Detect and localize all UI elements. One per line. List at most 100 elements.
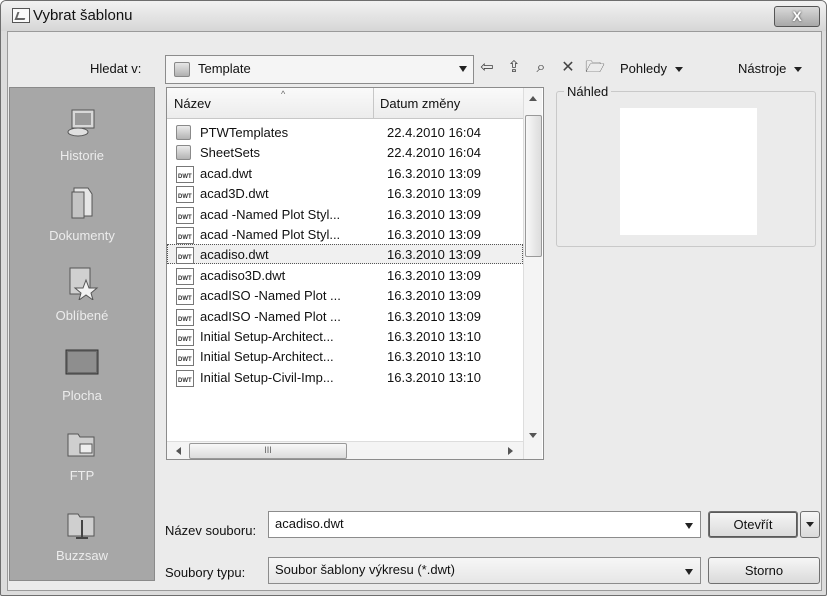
file-name: acadISO -Named Plot ... <box>200 308 341 324</box>
place-documents[interactable]: Dokumenty <box>10 178 154 258</box>
file-date: 16.3.2010 13:09 <box>387 206 481 222</box>
scroll-right-icon[interactable] <box>508 447 513 455</box>
place-favorites[interactable]: Oblíbené <box>10 258 154 338</box>
search-web-icon[interactable]: ⌕ <box>530 57 552 79</box>
new-folder-icon[interactable]: 🗁 <box>584 57 606 79</box>
delete-icon[interactable]: ✕ <box>557 57 579 79</box>
file-name: PTWTemplates <box>200 125 289 140</box>
desktop-icon <box>65 349 99 375</box>
horizontal-scrollbar[interactable]: III <box>167 441 523 459</box>
file-name: acad3D.dwt <box>200 186 269 202</box>
chevron-down-icon <box>674 67 683 73</box>
filetype-label: Soubory typu: <box>165 565 246 580</box>
chevron-down-icon[interactable] <box>685 523 693 529</box>
list-header: Název ^ Datum změny <box>167 88 523 119</box>
back-icon[interactable]: ⇦ <box>476 57 498 79</box>
up-folder-icon[interactable]: ⇪ <box>503 57 525 79</box>
filename-input[interactable]: acadiso.dwt <box>268 511 701 538</box>
place-label: Plocha <box>62 388 102 403</box>
hscroll-thumb[interactable]: III <box>189 443 347 459</box>
lookin-combo[interactable]: Template <box>165 55 474 84</box>
dwt-file-icon: DWT <box>176 308 194 326</box>
vertical-scrollbar[interactable] <box>523 88 542 459</box>
file-row[interactable]: DWT Initial Setup-Architect... 16.3.2010 1… <box>167 326 523 346</box>
lookin-label: Hledat v: <box>90 61 142 76</box>
scroll-up-icon[interactable] <box>529 96 537 101</box>
file-date: 16.3.2010 13:09 <box>387 165 481 181</box>
scroll-down-icon[interactable] <box>529 433 537 438</box>
file-row[interactable]: DWT Initial Setup-Civil-Imp... 16.3.2010 1… <box>167 367 523 387</box>
place-buzzsaw[interactable]: Buzzsaw <box>10 498 154 578</box>
dwt-badge: DWT <box>178 214 192 221</box>
preview-image <box>620 108 757 235</box>
filename-value: acadiso.dwt <box>275 516 344 531</box>
history-icon <box>67 109 95 137</box>
dwt-badge: DWT <box>178 337 192 343</box>
file-date: 16.3.2010 13:10 <box>387 329 481 344</box>
open-button[interactable]: Otevřít <box>708 511 798 538</box>
file-row[interactable]: DWT acadiso3D.dwt 16.3.2010 13:09 <box>167 265 523 285</box>
dwt-file-icon: DWT <box>176 349 194 367</box>
filetype-select[interactable]: Soubor šablony výkresu (*.dwt) <box>268 557 701 584</box>
cancel-button[interactable]: Storno <box>708 557 820 584</box>
scroll-left-icon[interactable] <box>176 447 181 455</box>
chevron-down-icon[interactable] <box>685 569 693 575</box>
file-row[interactable]: SheetSets 22.4.2010 16:04 <box>167 142 523 162</box>
file-date: 22.4.2010 16:04 <box>387 125 481 140</box>
views-label: Pohledy <box>620 61 667 76</box>
close-button[interactable]: X <box>774 6 820 27</box>
chevron-down-icon <box>794 67 803 73</box>
file-date: 16.3.2010 13:09 <box>387 267 481 283</box>
column-header-name[interactable]: Název <box>174 96 211 111</box>
tools-label: Nástroje <box>738 61 787 76</box>
place-label: Dokumenty <box>49 228 115 243</box>
file-row[interactable]: DWT acad -Named Plot Styl... 16.3.2010 13:… <box>167 224 523 244</box>
file-row[interactable]: PTWTemplates 22.4.2010 16:04 <box>167 122 523 142</box>
folder-icon <box>176 125 191 140</box>
place-label: Oblíbené <box>55 308 109 323</box>
place-label: FTP <box>69 468 95 483</box>
views-menu[interactable]: Pohledy <box>620 61 683 76</box>
column-divider[interactable] <box>373 88 374 118</box>
dwt-badge: DWT <box>178 255 192 262</box>
file-row[interactable]: DWT acad.dwt 16.3.2010 13:09 <box>167 163 523 183</box>
file-row[interactable]: DWT acadiso.dwt 16.3.2010 13:09 <box>167 244 523 265</box>
file-name: Initial Setup-Civil-Imp... <box>200 369 334 385</box>
chevron-down-icon[interactable] <box>459 66 467 72</box>
file-name: acad -Named Plot Styl... <box>200 227 341 242</box>
scroll-thumb[interactable] <box>525 115 542 257</box>
folder-icon <box>176 145 191 161</box>
title-bar[interactable]: Vybrat šablonu X <box>1 1 826 31</box>
place-history[interactable]: Historie <box>10 98 154 178</box>
file-date: 22.4.2010 16:04 <box>387 145 481 161</box>
window-title: Vybrat šablonu <box>33 7 133 24</box>
dwt-file-icon: DWT <box>176 288 194 306</box>
ftp-icon <box>67 433 95 457</box>
sort-caret-icon: ^ <box>281 89 286 99</box>
file-date: 16.3.2010 13:10 <box>387 369 481 385</box>
file-date: 16.3.2010 13:09 <box>387 227 481 242</box>
file-row[interactable]: DWT acadISO -Named Plot ... 16.3.2010 13:0… <box>167 306 523 326</box>
buzzsaw-icon <box>67 513 95 539</box>
dwt-badge: DWT <box>178 357 192 364</box>
column-header-date[interactable]: Datum změny <box>380 96 460 111</box>
place-desktop[interactable]: Plocha <box>10 338 154 418</box>
folder-icon <box>174 62 190 77</box>
file-row[interactable]: DWT acadISO -Named Plot ... 16.3.2010 13:0… <box>167 285 523 306</box>
file-list[interactable]: Název ^ Datum změny PTWTemplates 22.4.201… <box>166 87 544 460</box>
file-name: acadiso.dwt <box>200 247 269 263</box>
file-row[interactable]: DWT acad3D.dwt 16.3.2010 13:09 <box>167 183 523 204</box>
file-name: Initial Setup-Architect... <box>200 329 334 344</box>
place-ftp[interactable]: FTP <box>10 418 154 498</box>
favorites-icon <box>69 267 99 300</box>
preview-label: Náhled <box>564 84 612 99</box>
tools-menu[interactable]: Nástroje <box>738 61 803 76</box>
file-name: acadISO -Named Plot ... <box>200 288 341 304</box>
open-options-button[interactable] <box>800 511 820 538</box>
dwt-badge: DWT <box>178 173 192 180</box>
file-row[interactable]: DWT Initial Setup-Architect... 16.3.2010 1… <box>167 346 523 367</box>
places-bar: Historie Dokumenty Oblíbené Plocha FTP B… <box>9 87 155 581</box>
documents-icon <box>71 187 93 219</box>
file-row[interactable]: DWT acad -Named Plot Styl... 16.3.2010 13:… <box>167 204 523 224</box>
file-name: acadiso3D.dwt <box>200 267 286 283</box>
